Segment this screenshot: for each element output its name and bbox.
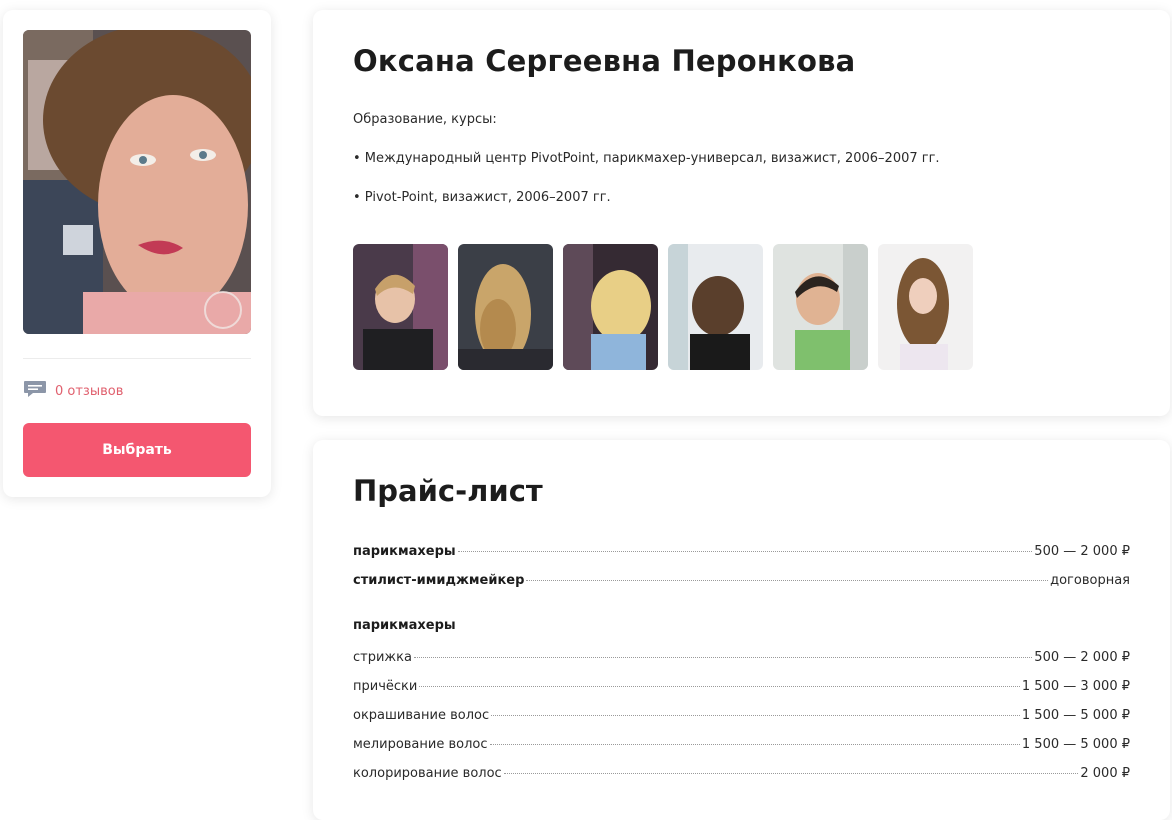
education-heading: Образование, курсы:	[353, 112, 497, 127]
price-label: стрижка	[353, 650, 412, 665]
portfolio-thumb[interactable]	[563, 244, 658, 370]
price-value: 500 — 2 000 ₽	[1034, 650, 1130, 665]
price-row: причёски 1 500 — 3 000 ₽	[353, 679, 1130, 694]
price-list-card: Прайс-лист парикмахеры 500 — 2 000 ₽ сти…	[313, 440, 1170, 820]
dotted-leader	[457, 551, 1033, 552]
reviews-count[interactable]: 0 отзывов	[55, 384, 123, 399]
price-row: колорирование волос 2 000 ₽	[353, 766, 1130, 781]
price-row: мелирование волос 1 500 — 5 000 ₽	[353, 737, 1130, 752]
price-label: стилист-имиджмейкер	[353, 573, 525, 588]
master-name: Оксана Сергеевна Перонкова	[353, 44, 856, 78]
master-photo	[23, 30, 251, 334]
price-summary-row: парикмахеры 500 — 2 000 ₽	[353, 544, 1130, 559]
portfolio-gallery	[353, 244, 973, 370]
price-label: мелирование волос	[353, 737, 488, 752]
price-value: 1 500 — 5 000 ₽	[1021, 737, 1130, 752]
price-label: причёски	[353, 679, 418, 694]
price-list-title: Прайс-лист	[353, 474, 543, 508]
price-label: парикмахеры	[353, 544, 456, 559]
education-item: • Pivot-Point, визажист, 2006–2007 гг.	[353, 190, 611, 205]
dotted-leader	[419, 686, 1020, 687]
dotted-leader	[413, 657, 1033, 658]
portfolio-thumb[interactable]	[878, 244, 973, 370]
price-value: договорная	[1050, 573, 1130, 588]
price-label: колорирование волос	[353, 766, 502, 781]
price-row: окрашивание волос 1 500 — 5 000 ₽	[353, 708, 1130, 723]
master-info-card: Оксана Сергеевна Перонкова Образование, …	[313, 10, 1170, 416]
price-section-title: парикмахеры	[353, 618, 456, 633]
portfolio-thumb[interactable]	[353, 244, 448, 370]
price-value: 500 — 2 000 ₽	[1034, 544, 1130, 559]
price-value: 1 500 — 5 000 ₽	[1021, 708, 1130, 723]
select-master-button[interactable]: Выбрать	[23, 423, 251, 477]
comment-icon	[23, 380, 47, 402]
portfolio-thumb[interactable]	[773, 244, 868, 370]
dotted-leader	[491, 715, 1020, 716]
price-summary-row: стилист-имиджмейкер договорная	[353, 573, 1130, 588]
dotted-leader	[526, 580, 1049, 581]
reviews-link[interactable]: 0 отзывов	[23, 380, 123, 402]
portfolio-thumb[interactable]	[458, 244, 553, 370]
price-row: стрижка 500 — 2 000 ₽	[353, 650, 1130, 665]
price-value: 2 000 ₽	[1080, 766, 1130, 781]
price-label: окрашивание волос	[353, 708, 490, 723]
price-value: 1 500 — 3 000 ₽	[1021, 679, 1130, 694]
dotted-leader	[489, 744, 1020, 745]
portfolio-thumb[interactable]	[668, 244, 763, 370]
master-profile-card: 0 отзывов Выбрать	[3, 10, 271, 497]
profile-divider	[23, 358, 251, 359]
education-item: • Международный центр PivotPoint, парикм…	[353, 151, 940, 166]
dotted-leader	[503, 773, 1079, 774]
